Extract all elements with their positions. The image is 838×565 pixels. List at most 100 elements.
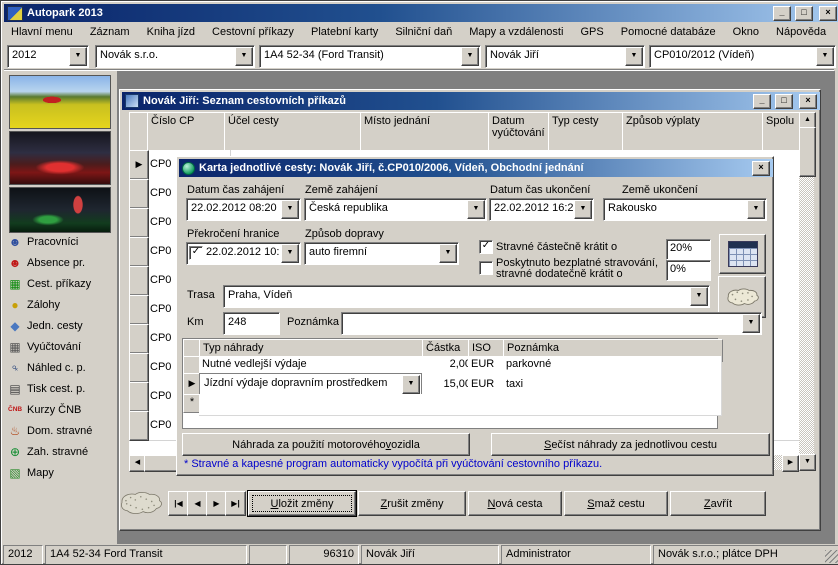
expense-type-combobox[interactable]: Jízdní výdaje dopravním prostředkem ▼: [199, 373, 422, 394]
sidebar-item-vyuctovani[interactable]: ▦ Vyúčtování: [8, 336, 116, 357]
chevron-down-icon[interactable]: ▼: [439, 244, 457, 263]
vehicle-compensation-button[interactable]: Náhrada za použití motorového vozidla: [182, 433, 470, 456]
sidebar-item-nahled-cp[interactable]: ♀ Náhled c. p.: [8, 357, 116, 378]
calculator-button[interactable]: [719, 234, 766, 274]
sidebar-item-kurzy-cnb[interactable]: ČNB Kurzy ČNB: [8, 399, 116, 420]
menu-hlavni-menu[interactable]: Hlavní menu: [4, 23, 80, 41]
menu-zaznam[interactable]: Záznam: [83, 23, 137, 41]
chevron-down-icon[interactable]: ▼: [281, 200, 299, 219]
meal-partial-label: Stravné částečně krátit o: [496, 241, 617, 253]
new-trip-button[interactable]: Nová cesta: [468, 491, 562, 516]
sum-trip-button[interactable]: Sečíst náhrady za jednotlivou cestu: [491, 433, 770, 456]
sidebar-item-mapy[interactable]: ▧ Mapy: [8, 462, 116, 483]
row-selector[interactable]: [129, 179, 149, 209]
minimize-button[interactable]: _: [753, 94, 771, 109]
nav-next-button[interactable]: ▶: [206, 491, 227, 516]
row-selector[interactable]: [129, 208, 149, 238]
chevron-down-icon[interactable]: ▼: [281, 244, 299, 263]
menu-mapy-a-vzdalenosti[interactable]: Mapy a vzdálenosti: [462, 23, 570, 41]
row-selector[interactable]: [129, 266, 149, 296]
close-button[interactable]: ×: [819, 6, 837, 21]
sidebar-item-jedn-cesty[interactable]: ◆ Jedn. cesty: [8, 315, 116, 336]
title-bar[interactable]: Autopark 2013 _ □ ×: [4, 4, 838, 22]
window-icon: [125, 94, 139, 108]
year-combobox[interactable]: 2012 ▼: [7, 45, 89, 68]
trip-combobox[interactable]: CP010/2012 (Vídeň) ▼: [649, 45, 836, 68]
scroll-down-icon[interactable]: ▼: [799, 454, 816, 471]
sidebar-item-zalohy[interactable]: ● Zálohy: [8, 294, 116, 315]
maximize-button[interactable]: □: [795, 6, 813, 21]
end-country-combobox[interactable]: Rakousko ▼: [603, 198, 767, 221]
nav-last-button[interactable]: ▶|: [225, 491, 246, 516]
child-title-bar[interactable]: Novák Jiří: Seznam cestovních příkazů _ …: [122, 92, 820, 110]
chevron-down-icon[interactable]: ▼: [574, 200, 592, 219]
company-combobox[interactable]: Novák s.r.o. ▼: [95, 45, 255, 68]
border-cross-combobox[interactable]: ✓ 22.02.2012 10:15 ▼: [186, 242, 301, 265]
resize-grip[interactable]: [825, 550, 838, 563]
delete-trip-button[interactable]: Smaž cestu: [564, 491, 668, 516]
row-selector[interactable]: [129, 295, 149, 325]
scroll-right-icon[interactable]: ▶: [782, 455, 799, 472]
close-button[interactable]: ×: [752, 161, 770, 176]
sidebar-item-cest-prikazy[interactable]: ▦ Cest. příkazy: [8, 273, 116, 294]
route-combobox[interactable]: Praha, Vídeň ▼: [223, 285, 710, 308]
menu-kniha-jizd[interactable]: Kniha jízd: [140, 23, 202, 41]
chevron-down-icon[interactable]: ▼: [467, 200, 485, 219]
close-window-button[interactable]: Zavřít: [670, 491, 766, 516]
sidebar-item-tisk-cest-p[interactable]: ▤ Tisk cest. p.: [8, 378, 116, 399]
vehicle-combobox[interactable]: 1A4 52-34 (Ford Transit) ▼: [259, 45, 481, 68]
row-selector[interactable]: [129, 237, 149, 267]
chevron-down-icon[interactable]: ▼: [747, 200, 765, 219]
meal-free-percent-field[interactable]: 0%: [666, 260, 711, 281]
cancel-button[interactable]: Zrušit změny: [358, 491, 466, 516]
maximize-button[interactable]: □: [775, 94, 793, 109]
minimize-button[interactable]: _: [773, 6, 791, 21]
sidebar-item-zah-stravne[interactable]: ⊕ Zah. stravné: [8, 441, 116, 462]
meal-partial-checkbox[interactable]: ✓: [479, 240, 493, 254]
chevron-down-icon[interactable]: ▼: [402, 375, 420, 394]
start-country-combobox[interactable]: Česká republika ▼: [304, 198, 487, 221]
scrollbar-thumb[interactable]: [799, 127, 816, 177]
chevron-down-icon[interactable]: ▼: [625, 47, 643, 66]
menu-platebni-karty[interactable]: Platební karty: [304, 23, 385, 41]
note-combobox[interactable]: ▼: [341, 312, 762, 335]
close-button[interactable]: ×: [799, 94, 817, 109]
employee-value: Novák Jiří: [486, 46, 624, 67]
nav-first-button[interactable]: |◀: [168, 491, 189, 516]
chevron-down-icon[interactable]: ▼: [690, 287, 708, 306]
status-vehicle: 1A4 52-34 Ford Transit: [45, 545, 247, 565]
menu-pomocne-databaze[interactable]: Pomocné databáze: [614, 23, 723, 41]
dialog-title-bar[interactable]: Karta jednotlivé cesty: Novák Jiří, č.CP…: [179, 159, 773, 177]
status-user: Administrator: [501, 545, 651, 565]
sidebar-item-dom-stravne[interactable]: ♨ Dom. stravné: [8, 420, 116, 441]
row-selector[interactable]: ▶: [129, 150, 149, 180]
menu-silnicni-dan[interactable]: Silniční daň: [388, 23, 459, 41]
km-field[interactable]: 248: [223, 312, 280, 335]
chevron-down-icon[interactable]: ▼: [742, 314, 760, 333]
expense-cell-empty[interactable]: [199, 394, 722, 416]
meal-free-checkbox[interactable]: [479, 261, 493, 275]
employee-combobox[interactable]: Novák Jiří ▼: [485, 45, 645, 68]
row-selector[interactable]: [129, 382, 149, 412]
save-button[interactable]: Uložit změny: [248, 491, 356, 516]
chevron-down-icon[interactable]: ▼: [69, 47, 87, 66]
row-selector[interactable]: [129, 411, 149, 441]
menu-gps[interactable]: GPS: [574, 23, 611, 41]
menu-napoveda[interactable]: Nápověda: [769, 23, 833, 41]
row-selector[interactable]: [129, 324, 149, 354]
row-selector[interactable]: [129, 353, 149, 383]
end-datetime-combobox[interactable]: 22.02.2012 16:25 ▼: [489, 198, 594, 221]
vertical-scrollbar[interactable]: ▲ ▼: [799, 112, 814, 471]
meal-partial-percent-field[interactable]: 20%: [666, 239, 711, 260]
sidebar-item-absence[interactable]: ☻ Absence pr.: [8, 252, 116, 273]
border-cross-checkbox[interactable]: ✓: [189, 246, 203, 260]
menu-cestovni-prikazy[interactable]: Cestovní příkazy: [205, 23, 301, 41]
menu-okno[interactable]: Okno: [726, 23, 766, 41]
sidebar-item-pracovnici[interactable]: ☻ Pracovníci: [8, 231, 116, 252]
chevron-down-icon[interactable]: ▼: [235, 47, 253, 66]
chevron-down-icon[interactable]: ▼: [816, 47, 834, 66]
nav-prev-button[interactable]: ◀: [187, 491, 208, 516]
transport-combobox[interactable]: auto firemní ▼: [304, 242, 459, 265]
chevron-down-icon[interactable]: ▼: [461, 47, 479, 66]
start-datetime-combobox[interactable]: 22.02.2012 08:20 ▼: [186, 198, 301, 221]
